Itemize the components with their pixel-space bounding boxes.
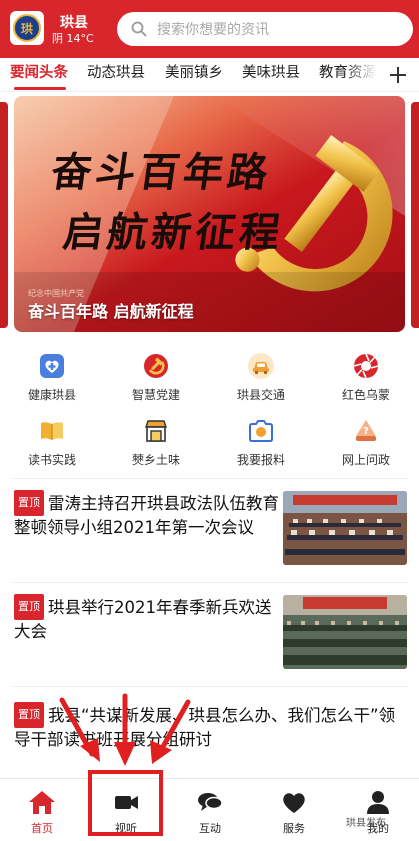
nav-service[interactable]: 服务 [252,779,336,841]
headline-banner[interactable]: 奋斗百年路 启航新征程 纪念中国共产党 奋斗百年路 启航新征程 [14,96,405,332]
carousel-prev-peek[interactable] [0,102,8,328]
tabs-fade [346,58,384,91]
news-thumbnail [283,491,407,565]
news-item[interactable]: 置顶 珙县举行2021年春季新兵欢送大会 [0,582,419,686]
service-health[interactable]: 健康珙县 [0,352,104,403]
search-input[interactable]: 搜索你想要的资讯 [117,12,413,46]
aperture-icon [353,353,379,379]
service-report[interactable]: 我要报料 [209,417,313,468]
tab-food[interactable]: 美味珙县 [242,61,300,82]
service-label: 网上问政 [341,453,390,467]
chat-icon [198,793,223,811]
annotation-highlight-box [88,770,163,836]
add-channel-icon[interactable] [386,63,410,87]
county-emblem-icon: 珙 [13,14,41,42]
service-label: 僰乡土味 [131,453,180,467]
nav-me[interactable]: 我的 [336,779,419,841]
service-label: 珙县交通 [236,388,285,402]
search-icon [131,21,147,37]
news-title: 珙县举行2021年春季新兵欢送大会 [14,598,272,641]
pinned-badge: 置顶 [14,594,44,620]
nav-label: 首页 [31,822,53,835]
user-icon [367,791,389,814]
weather-text: 阴 14°C [52,32,94,45]
service-online-inquiry[interactable]: ? 网上问政 [314,417,418,468]
news-title-block: 置顶 雷涛主持召开珙县政法队伍教育整顿领导小组2021年第一次会议 [14,490,279,540]
home-icon [29,791,55,814]
shop-icon [145,420,167,442]
news-title: 雷涛主持召开珙县政法队伍教育整顿领导小组2021年第一次会议 [14,494,279,537]
news-title-block: 置顶 珙县举行2021年春季新兵欢送大会 [14,594,279,644]
news-thumbnail [283,595,407,669]
nav-label: 服务 [283,822,305,835]
city-name[interactable]: 珙县 [60,12,88,32]
question-icon: ? [356,420,376,441]
service-party[interactable]: 智慧党建 [104,352,208,403]
channel-tabs: 要闻头条 动态珙县 美丽镇乡 美味珙县 教育资源 [0,58,419,92]
nav-home[interactable]: 首页 [0,779,84,841]
tab-towns[interactable]: 美丽镇乡 [165,61,223,82]
service-label: 我要报料 [236,453,285,467]
banner-art-line2: 启航新征程 [60,209,287,256]
annotation-arrows [59,693,191,766]
watermark: 珙县发布 [346,818,386,829]
nav-label: 互动 [199,822,221,835]
car-icon [248,353,274,379]
book-icon [41,422,63,440]
carousel-next-peek[interactable] [411,102,419,328]
service-label: 健康珙县 [27,388,76,402]
party-emblem-icon [144,354,168,378]
banner-art-line1: 奋斗百年路 [48,149,275,196]
svg-text:?: ? [363,426,369,437]
search-placeholder: 搜索你想要的资讯 [157,22,269,38]
banner-caption: 奋斗百年路 启航新征程 [28,302,194,321]
service-label: 红色乌蒙 [341,388,390,402]
nav-interact[interactable]: 互动 [168,779,252,841]
health-icon [40,354,64,378]
heart-icon [283,793,305,813]
news-item[interactable]: 置顶 雷涛主持召开珙县政法队伍教育整顿领导小组2021年第一次会议 [0,478,419,582]
service-label: 智慧党建 [131,388,180,402]
tab-headlines[interactable]: 要闻头条 [10,61,68,82]
pinned-badge: 置顶 [14,490,44,516]
bottom-nav: 首页 视听 互动 服务 我的 [0,778,419,841]
county-logo[interactable]: 珙 [10,11,44,45]
service-traffic[interactable]: 珙县交通 [209,352,313,403]
service-label: 读书实践 [27,453,76,467]
service-local-food[interactable]: 僰乡土味 [104,417,208,468]
active-tab-indicator [14,87,66,90]
service-red-wumeng[interactable]: 红色乌蒙 [314,352,418,403]
camera-icon [249,420,273,442]
service-reading[interactable]: 读书实践 [0,417,104,468]
tab-local-news[interactable]: 动态珙县 [87,61,145,82]
app-header: 珙 珙县 阴 14°C 搜索你想要的资讯 [0,0,419,58]
